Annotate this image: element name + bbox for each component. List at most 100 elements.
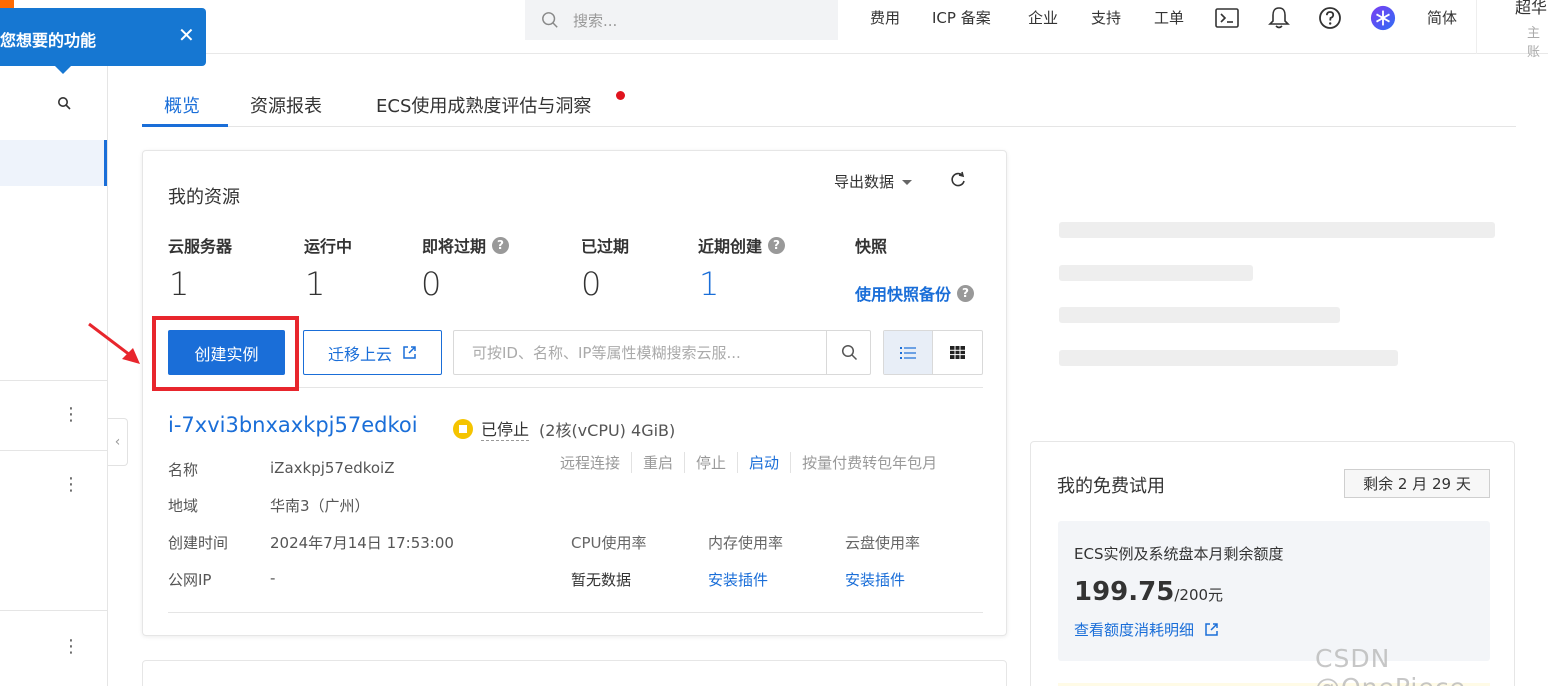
feature-tooltip: 您想要的功能 ✕: [0, 8, 206, 74]
sidebar-search-icon[interactable]: [57, 96, 71, 110]
sidebar-divider: [0, 610, 107, 611]
help-icon[interactable]: ?: [492, 236, 510, 254]
external-link-icon: [1205, 623, 1218, 636]
stat-label-servers: 云服务器: [168, 237, 233, 256]
help-icon[interactable]: ?: [957, 284, 975, 302]
export-data-dropdown[interactable]: 导出数据: [834, 171, 913, 192]
account-name: 超华: [1515, 0, 1548, 17]
help-icon[interactable]: ?: [768, 236, 786, 254]
global-search[interactable]: 搜索...: [525, 0, 838, 40]
instance-search: [453, 330, 871, 375]
instance-spec: (2核(vCPU) 4GiB): [539, 420, 676, 440]
language-switch[interactable]: 简体: [1427, 8, 1457, 28]
instance-id-link[interactable]: i-7xvi3bnxaxkpj57edkoi: [168, 413, 418, 437]
sidebar-item-active[interactable]: [0, 140, 107, 186]
account-menu[interactable]: 超华 主账: [1476, 0, 1548, 60]
convert-billing-action[interactable]: 按量付费转包年包月: [790, 452, 948, 473]
quota-title: ECS实例及系统盘本月剩余额度: [1074, 545, 1284, 563]
restart-action[interactable]: 重启: [631, 452, 684, 473]
more-icon[interactable]: ⋮: [62, 638, 80, 656]
stat-label-expiring: 即将过期?: [422, 233, 510, 257]
close-icon[interactable]: ✕: [178, 25, 195, 45]
field-label-public-ip: 公网IP: [168, 571, 212, 589]
tab-ecs-maturity[interactable]: ECS使用成熟度评估与洞察: [376, 92, 591, 118]
ai-assistant-icon[interactable]: [1370, 5, 1396, 31]
migrate-to-cloud-button[interactable]: 迁移上云: [303, 330, 442, 375]
nav-ticket[interactable]: 工单: [1154, 8, 1184, 28]
tooltip-text: 您想要的功能: [0, 31, 97, 50]
loading-skeleton: [1059, 265, 1253, 281]
refresh-icon[interactable]: [949, 171, 967, 189]
nav-enterprise[interactable]: 企业: [1028, 8, 1058, 28]
more-icon[interactable]: ⋮: [62, 406, 80, 424]
stat-value-expired[interactable]: 0: [581, 265, 601, 303]
search-icon: [841, 344, 857, 361]
grid-view-button[interactable]: [933, 331, 982, 374]
instance-search-input[interactable]: [454, 331, 826, 374]
more-icon[interactable]: ⋮: [62, 476, 80, 494]
nav-support[interactable]: 支持: [1091, 8, 1121, 28]
instance-search-button[interactable]: [826, 331, 871, 374]
quota-amount: 199.75/200元: [1074, 577, 1224, 607]
logo-fragment: [0, 0, 14, 8]
annotation-arrow-icon: [88, 322, 140, 364]
bell-icon[interactable]: [1266, 5, 1292, 31]
loading-skeleton: [1059, 307, 1340, 323]
export-label: 导出数据: [834, 173, 895, 191]
my-resources-card: 我的资源 导出数据 云服务器 运行中 即将过期? 已过期 近期创建? 快照 1 …: [142, 150, 1007, 636]
sidebar-divider: [0, 380, 107, 381]
tooltip-arrow: [55, 66, 71, 74]
top-bar: 搜索... 费用 ICP 备案 企业 支持 工单 简体 超华 主账: [0, 0, 1548, 60]
remote-connect-action[interactable]: 远程连接: [560, 452, 631, 473]
list-icon: [900, 346, 916, 359]
help-icon[interactable]: [1317, 5, 1343, 31]
install-plugin-link[interactable]: 安装插件: [845, 569, 905, 590]
quota-total: /200元: [1174, 586, 1224, 604]
field-label-name: 名称: [168, 461, 199, 479]
external-link-icon: [403, 346, 416, 359]
divider: [168, 612, 983, 613]
tab-overview[interactable]: 概览: [164, 92, 200, 118]
nav-fee[interactable]: 费用: [870, 8, 900, 28]
instance-status: 已停止 (2核(vCPU) 4GiB): [453, 416, 675, 441]
field-value-name: iZaxkpj57edkoiZ: [270, 459, 395, 477]
stat-value-expiring[interactable]: 0: [421, 265, 441, 303]
page-tabs: 概览 资源报表 ECS使用成熟度评估与洞察: [142, 84, 1516, 127]
stopped-status-icon: [453, 418, 473, 439]
active-tab-underline: [142, 124, 228, 127]
stat-label-running: 运行中: [304, 237, 353, 256]
status-text[interactable]: 已停止: [481, 416, 530, 441]
field-label-created: 创建时间: [168, 534, 229, 552]
terminal-icon[interactable]: [1214, 5, 1240, 31]
sidebar-collapse-button[interactable]: ‹: [108, 418, 128, 466]
disk-usage-label: 云盘使用率: [845, 534, 921, 552]
cpu-usage-value: 暂无数据: [571, 571, 632, 589]
cpu-usage-label: CPU使用率: [571, 534, 647, 552]
account-role: 主账: [1527, 26, 1541, 60]
table-icon: [950, 346, 965, 359]
global-search-placeholder: 搜索...: [573, 11, 618, 30]
quota-detail-link[interactable]: 查看额度消耗明细: [1074, 619, 1219, 640]
stat-value-running[interactable]: 1: [305, 265, 325, 303]
trial-remaining-badge: 剩余 2 月 29 天: [1344, 469, 1490, 498]
search-icon: [542, 12, 558, 28]
stop-action[interactable]: 停止: [684, 452, 737, 473]
trial-quota-panel: ECS实例及系统盘本月剩余额度 199.75/200元 查看额度消耗明细: [1058, 521, 1490, 661]
left-sidebar: ⋮ ⋮ ⋮: [0, 54, 108, 686]
nav-icp[interactable]: ICP 备案: [932, 8, 991, 28]
install-plugin-link[interactable]: 安装插件: [708, 569, 768, 590]
sidebar-divider: [0, 450, 107, 451]
view-toggle: [883, 330, 983, 375]
stat-value-servers[interactable]: 1: [169, 265, 189, 303]
list-view-button[interactable]: [884, 331, 934, 374]
stat-label-recent: 近期创建?: [698, 233, 786, 257]
start-action[interactable]: 启动: [737, 452, 790, 473]
annotation-highlight-box: [152, 316, 299, 391]
chevron-left-icon: ‹: [114, 434, 121, 450]
tab-resource-report[interactable]: 资源报表: [250, 92, 322, 118]
stat-value-recent[interactable]: 1: [699, 265, 719, 303]
loading-skeleton: [1059, 222, 1495, 238]
field-value-public-ip: -: [270, 569, 276, 587]
snapshot-backup-link[interactable]: 使用快照备份?: [855, 281, 975, 305]
watermark: CSDN @OnePiece: [1315, 644, 1465, 686]
